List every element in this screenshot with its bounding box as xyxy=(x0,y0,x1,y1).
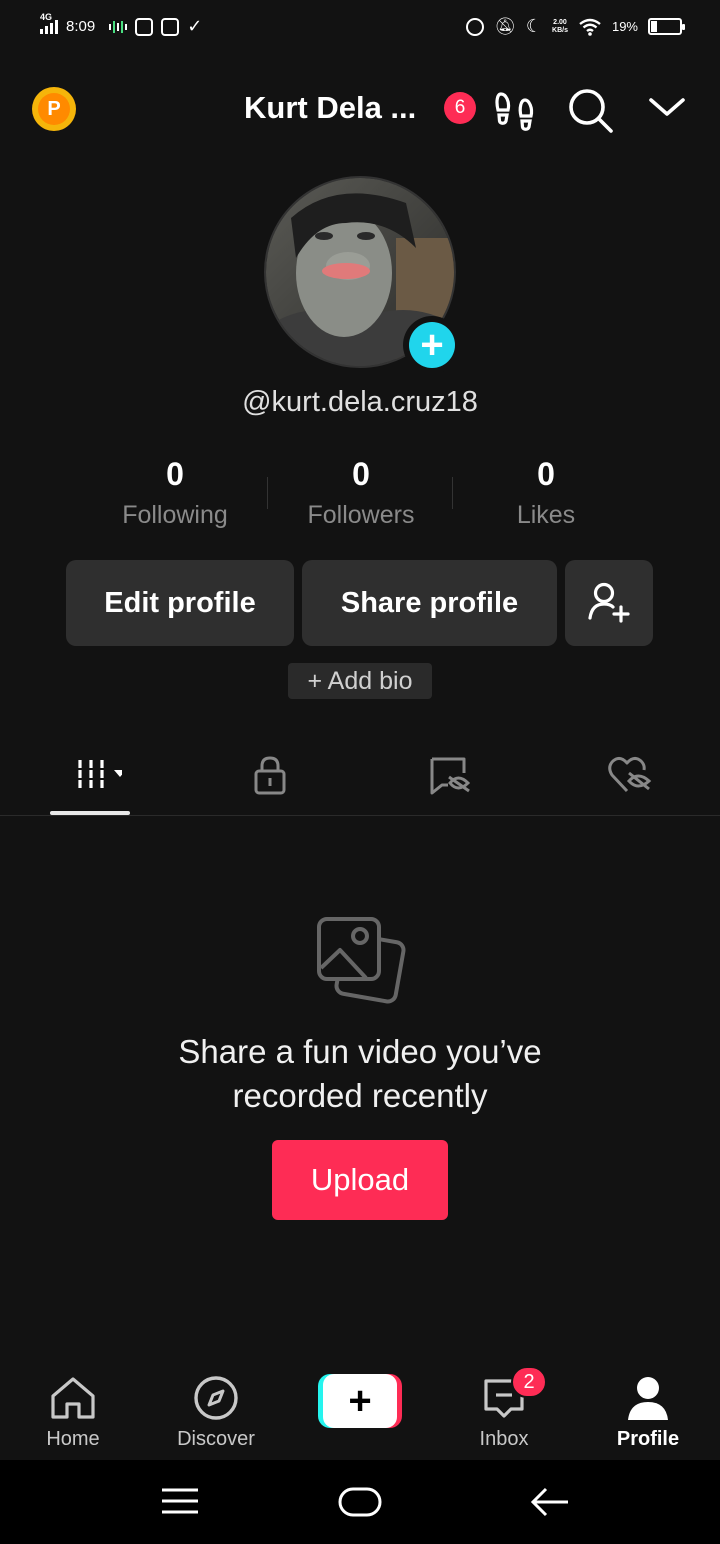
add-bio-button[interactable]: + Add bio xyxy=(288,663,432,699)
status-bar: 4G 8:09 ✓ 🔕︎ ☾ 2.00 KB/s 19% xyxy=(0,0,720,60)
lock-icon xyxy=(254,756,286,795)
nav-profile[interactable]: Profile xyxy=(588,1374,708,1451)
home-button-icon[interactable] xyxy=(338,1486,382,1518)
profile-icon xyxy=(628,1377,668,1420)
stat-followers[interactable]: 0 Followers xyxy=(271,456,451,530)
compass-icon xyxy=(194,1376,238,1420)
network-speed: 2.00 KB/s xyxy=(552,18,568,34)
wifi-icon xyxy=(579,18,601,36)
active-tab-indicator xyxy=(50,811,130,815)
battery-icon xyxy=(648,18,685,35)
tab-liked[interactable] xyxy=(590,750,670,800)
inbox-badge: 2 xyxy=(511,1366,547,1398)
empty-state-text: Share a fun video you’ve recorded recent… xyxy=(178,1033,542,1114)
system-nav-bar xyxy=(0,1460,720,1544)
battery-percent: 19% xyxy=(611,19,638,34)
app-notification-icon xyxy=(135,17,154,36)
content-tabs xyxy=(0,740,720,816)
menu-icon[interactable] xyxy=(160,1486,200,1516)
audio-wave-icon xyxy=(109,20,128,33)
chevron-down-icon[interactable] xyxy=(648,94,686,120)
coin-icon[interactable]: P xyxy=(32,87,76,131)
stat-divider xyxy=(267,477,268,509)
account-switcher-title[interactable]: Kurt Dela ... xyxy=(244,90,416,126)
plus-icon: + xyxy=(409,322,455,368)
dnd-moon-icon: ☾ xyxy=(525,16,543,36)
tab-reposts[interactable] xyxy=(410,750,490,800)
tab-private[interactable] xyxy=(230,750,310,800)
nav-discover[interactable]: Discover xyxy=(156,1374,276,1451)
clock: 8:09 xyxy=(66,18,96,35)
stat-divider xyxy=(452,477,453,509)
nav-home[interactable]: Home xyxy=(13,1374,133,1451)
profile-header: P Kurt Dela ... 6 xyxy=(0,80,720,140)
create-button[interactable]: + xyxy=(318,1374,402,1428)
mute-icon: 🔕︎ xyxy=(494,16,516,36)
download-done-icon: ✓ xyxy=(187,16,203,36)
plus-icon: + xyxy=(323,1374,397,1428)
stat-likes[interactable]: 0 Likes xyxy=(456,456,636,530)
add-friends-button[interactable] xyxy=(565,560,653,646)
add-user-icon xyxy=(588,582,630,623)
alarm-icon xyxy=(466,17,485,36)
bottom-nav: Home Discover + Inbox Profile xyxy=(0,1366,720,1460)
gallery-notification-icon xyxy=(161,17,180,36)
notification-badge: 6 xyxy=(444,92,476,124)
stat-following[interactable]: 0 Following xyxy=(85,456,265,530)
videos-grid-icon xyxy=(78,760,122,788)
signal-icon: 4G xyxy=(40,12,58,34)
liked-hidden-icon xyxy=(608,756,652,793)
edit-profile-button[interactable]: Edit profile xyxy=(66,560,294,646)
search-icon[interactable] xyxy=(566,86,614,134)
add-avatar-button[interactable]: + xyxy=(403,316,461,374)
back-icon[interactable] xyxy=(530,1486,570,1518)
username: @kurt.dela.cruz18 xyxy=(242,386,478,418)
home-icon xyxy=(51,1377,95,1419)
footprints-icon[interactable] xyxy=(492,86,538,132)
share-profile-button[interactable]: Share profile xyxy=(302,560,557,646)
repost-hidden-icon xyxy=(430,757,471,795)
upload-button[interactable]: Upload xyxy=(272,1140,448,1220)
tab-videos[interactable] xyxy=(50,750,130,800)
photos-icon xyxy=(317,917,406,1004)
